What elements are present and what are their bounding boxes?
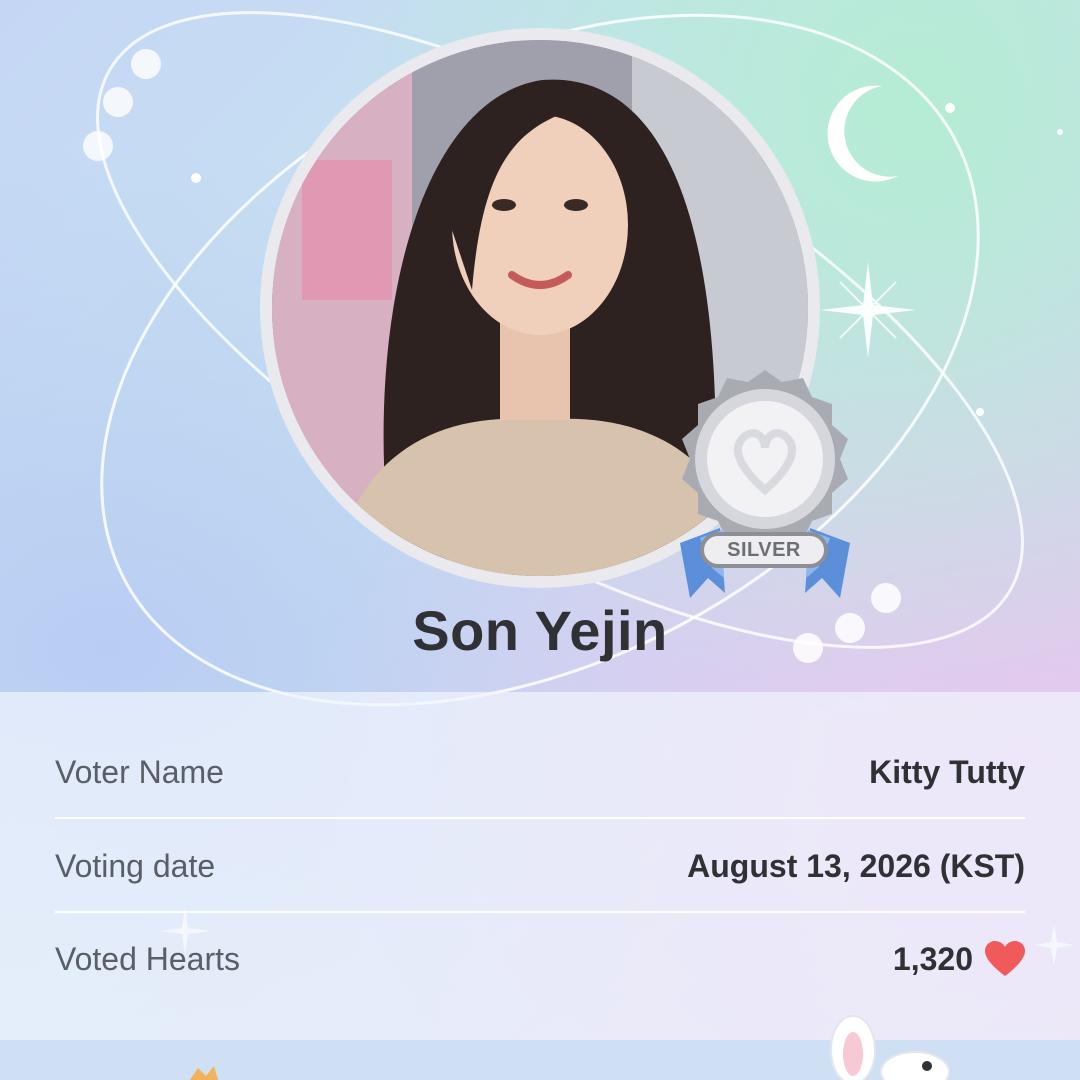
voting-date-row: Voting date August 13, 2026 (KST) <box>55 820 1025 912</box>
voted-hearts-label: Voted Hearts <box>55 940 240 977</box>
voting-date-value: August 13, 2026 (KST) <box>687 847 1025 884</box>
voted-hearts-row: Voted Hearts 1,320 <box>55 913 1025 1005</box>
heart-icon <box>985 941 1025 976</box>
voter-name-value: Kitty Tutty <box>869 753 1025 790</box>
sparkle-icon <box>820 262 916 358</box>
moon-icon <box>827 85 898 182</box>
medal-label: SILVER <box>727 538 801 561</box>
artist-name: Son Yejin <box>412 599 668 662</box>
voting-date-label: Voting date <box>55 847 216 884</box>
bunny-icon <box>830 1015 950 1080</box>
voter-name-row: Voter Name Kitty Tutty <box>55 726 1025 818</box>
voted-hearts-value-group: 1,320 <box>893 941 1025 978</box>
silver-medal-badge <box>680 370 850 598</box>
voted-hearts-value: 1,320 <box>892 940 973 977</box>
divider <box>55 817 1025 819</box>
voter-name-label: Voter Name <box>55 753 224 790</box>
medal-label-banner: SILVER <box>700 532 828 568</box>
